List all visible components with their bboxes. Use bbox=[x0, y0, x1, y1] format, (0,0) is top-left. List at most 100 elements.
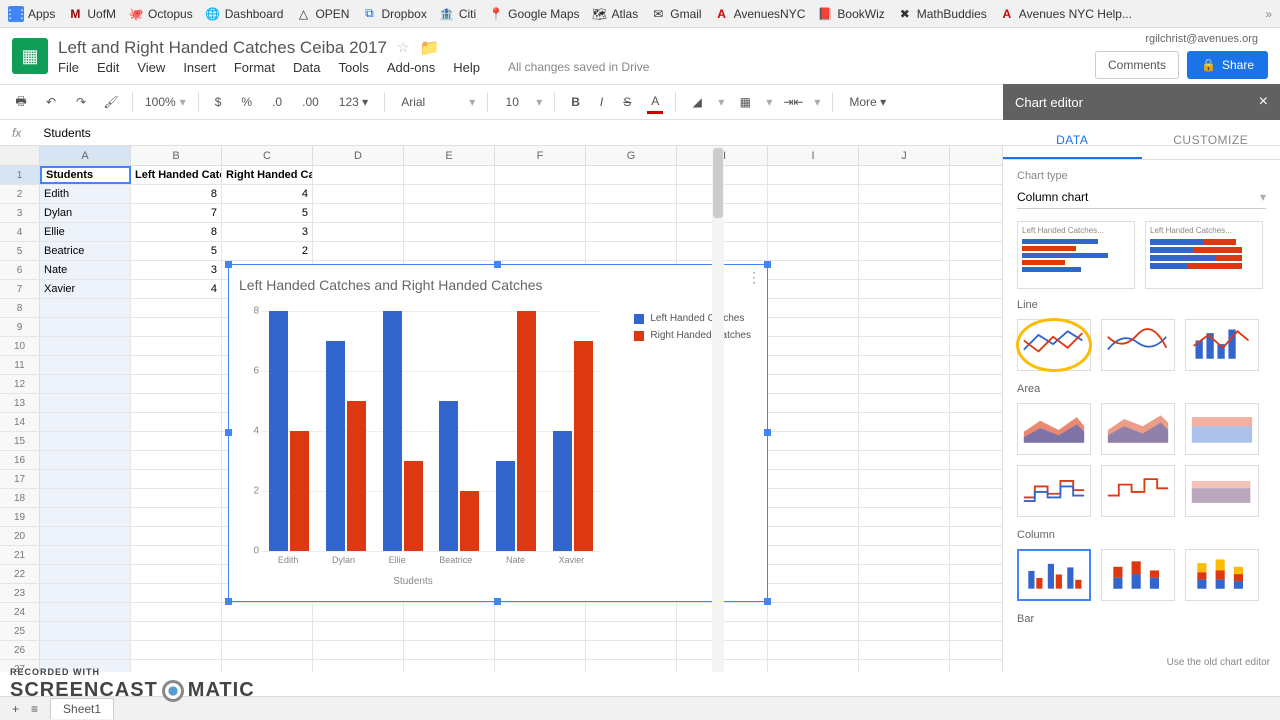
font-select[interactable]: Arial bbox=[397, 92, 457, 112]
fx-icon: fx bbox=[12, 126, 21, 140]
menu-format[interactable]: Format bbox=[234, 60, 275, 75]
bookmark-gmaps[interactable]: 📍Google Maps bbox=[488, 6, 579, 22]
all-sheets-icon[interactable]: ≡ bbox=[31, 702, 38, 716]
save-status: All changes saved in Drive bbox=[508, 60, 649, 74]
bookmark-mathbuddies[interactable]: ✖MathBuddies bbox=[897, 6, 987, 22]
menu-data[interactable]: Data bbox=[293, 60, 320, 75]
col-header-i[interactable]: I bbox=[768, 146, 859, 165]
borders-icon[interactable]: ▦ bbox=[736, 93, 754, 111]
chart-preview-bar[interactable]: Left Handed Catches... bbox=[1017, 221, 1135, 289]
more-button[interactable]: More ▾ bbox=[845, 92, 890, 112]
tab-customize[interactable]: CUSTOMIZE bbox=[1142, 120, 1280, 159]
close-icon[interactable]: × bbox=[1259, 93, 1268, 111]
percent-button[interactable]: % bbox=[237, 92, 256, 112]
thumb-area-6[interactable] bbox=[1185, 465, 1259, 517]
vertical-scrollbar[interactable] bbox=[712, 146, 724, 672]
col-header-j[interactable]: J bbox=[859, 146, 950, 165]
comments-button[interactable]: Comments bbox=[1095, 51, 1179, 79]
thumb-area-2[interactable] bbox=[1101, 403, 1175, 455]
star-icon[interactable]: ☆ bbox=[397, 39, 410, 56]
account-email[interactable]: rgilchrist@avenues.org bbox=[1145, 33, 1258, 45]
col-header-g[interactable]: G bbox=[586, 146, 677, 165]
thumb-line-2[interactable] bbox=[1101, 319, 1175, 371]
menu-insert[interactable]: Insert bbox=[183, 60, 216, 75]
bold-button[interactable]: B bbox=[567, 92, 584, 112]
bookmark-citi[interactable]: 🏦Citi bbox=[439, 6, 476, 22]
fill-icon[interactable]: ◢ bbox=[688, 93, 706, 111]
thumb-area-4[interactable] bbox=[1017, 465, 1091, 517]
chart-editor-header: Chart editor × bbox=[1003, 84, 1280, 120]
thumb-line-1[interactable] bbox=[1017, 319, 1091, 371]
currency-button[interactable]: $ bbox=[211, 92, 226, 112]
chart-type-label: Chart type bbox=[1017, 170, 1266, 182]
menu-edit[interactable]: Edit bbox=[97, 60, 119, 75]
section-line: Line bbox=[1017, 299, 1266, 311]
dec-decrease-button[interactable]: .0 bbox=[268, 92, 286, 112]
sheets-icon[interactable]: ▦ bbox=[12, 38, 48, 74]
chart-preview-stacked[interactable]: Left Handed Catches... bbox=[1145, 221, 1263, 289]
col-header-d[interactable]: D bbox=[313, 146, 404, 165]
thumb-column-2[interactable] bbox=[1101, 549, 1175, 601]
titlebar: ▦ Left and Right Handed Catches Ceiba 20… bbox=[0, 28, 1280, 84]
redo-icon[interactable]: ↷ bbox=[72, 93, 90, 111]
formula-value: Students bbox=[43, 126, 90, 140]
textcolor-button[interactable]: A bbox=[647, 91, 663, 114]
lock-icon: 🔒 bbox=[1201, 58, 1216, 72]
chart-legend: Left Handed Catches Right Handed Catches bbox=[634, 313, 751, 347]
chart-xlabel: Students bbox=[235, 576, 591, 587]
menu-tools[interactable]: Tools bbox=[338, 60, 368, 75]
spreadsheet-grid[interactable]: A B C D E F G H I J 1StudentsLeft Handed… bbox=[0, 146, 1002, 672]
fontsize-select[interactable]: 10 bbox=[500, 92, 524, 112]
select-all-corner[interactable] bbox=[0, 146, 40, 165]
thumb-area-5[interactable] bbox=[1101, 465, 1175, 517]
thumb-area-3[interactable] bbox=[1185, 403, 1259, 455]
col-header-c[interactable]: C bbox=[222, 146, 313, 165]
bookmark-avenueshelp[interactable]: AAvenues NYC Help... bbox=[999, 6, 1132, 22]
old-editor-link[interactable]: Use the old chart editor bbox=[1167, 657, 1270, 668]
section-area: Area bbox=[1017, 383, 1266, 395]
zoom-select[interactable]: 100%▾ bbox=[145, 95, 186, 109]
print-icon[interactable]: 🖶 bbox=[12, 93, 30, 111]
thumb-area-1[interactable] bbox=[1017, 403, 1091, 455]
bookmark-bookwiz[interactable]: 📕BookWiz bbox=[817, 6, 884, 22]
chart-editor-panel: Chart editor × DATA CUSTOMIZE Chart type… bbox=[1002, 146, 1280, 672]
menu-file[interactable]: File bbox=[58, 60, 79, 75]
add-sheet-icon[interactable]: + bbox=[12, 702, 19, 716]
bookmark-apps[interactable]: ⋮⋮Apps bbox=[8, 6, 55, 22]
thumb-column-1[interactable] bbox=[1017, 549, 1091, 601]
section-bar: Bar bbox=[1017, 613, 1266, 625]
col-header-b[interactable]: B bbox=[131, 146, 222, 165]
thumb-line-3[interactable] bbox=[1185, 319, 1259, 371]
dec-increase-button[interactable]: .00 bbox=[298, 92, 323, 112]
paint-icon[interactable]: 🖌 bbox=[102, 93, 120, 111]
folder-icon[interactable]: 📁 bbox=[419, 38, 439, 58]
bookmark-dropbox[interactable]: ⧉Dropbox bbox=[361, 6, 426, 22]
doc-title[interactable]: Left and Right Handed Catches Ceiba 2017 bbox=[58, 38, 387, 58]
bookmark-gmail[interactable]: ✉Gmail bbox=[650, 6, 701, 22]
bookmark-dashboard[interactable]: 🌐Dashboard bbox=[205, 6, 284, 22]
bookmark-uofm[interactable]: MUofM bbox=[67, 6, 116, 22]
bookmark-atlas[interactable]: 🗺Atlas bbox=[592, 6, 639, 22]
col-header-f[interactable]: F bbox=[495, 146, 586, 165]
share-button[interactable]: 🔒Share bbox=[1187, 51, 1268, 79]
strike-button[interactable]: S bbox=[619, 92, 635, 112]
menu-view[interactable]: View bbox=[137, 60, 165, 75]
menu-addons[interactable]: Add-ons bbox=[387, 60, 435, 75]
undo-icon[interactable]: ↶ bbox=[42, 93, 60, 111]
bookmark-octopus[interactable]: 🐙Octopus bbox=[128, 6, 193, 22]
bookmark-avenues[interactable]: AAvenuesNYC bbox=[714, 6, 806, 22]
section-column: Column bbox=[1017, 529, 1266, 541]
bookmark-open[interactable]: △OPEN bbox=[295, 6, 349, 22]
chart-title: Left Handed Catches and Right Handed Cat… bbox=[235, 271, 761, 303]
bookmarks-bar: ⋮⋮Apps MUofM 🐙Octopus 🌐Dashboard △OPEN ⧉… bbox=[0, 0, 1280, 28]
tab-data[interactable]: DATA bbox=[1003, 120, 1142, 159]
embedded-chart[interactable]: ⋮ Left Handed Catches and Right Handed C… bbox=[228, 264, 768, 602]
numformat-button[interactable]: 123 ▾ bbox=[335, 92, 372, 112]
merge-icon[interactable]: ⇥⇤ bbox=[784, 93, 802, 111]
col-header-a[interactable]: A bbox=[40, 146, 131, 165]
menu-help[interactable]: Help bbox=[453, 60, 480, 75]
col-header-e[interactable]: E bbox=[404, 146, 495, 165]
chart-type-select[interactable]: Column chart▾ bbox=[1017, 186, 1266, 209]
italic-button[interactable]: I bbox=[596, 92, 607, 112]
thumb-column-3[interactable] bbox=[1185, 549, 1259, 601]
